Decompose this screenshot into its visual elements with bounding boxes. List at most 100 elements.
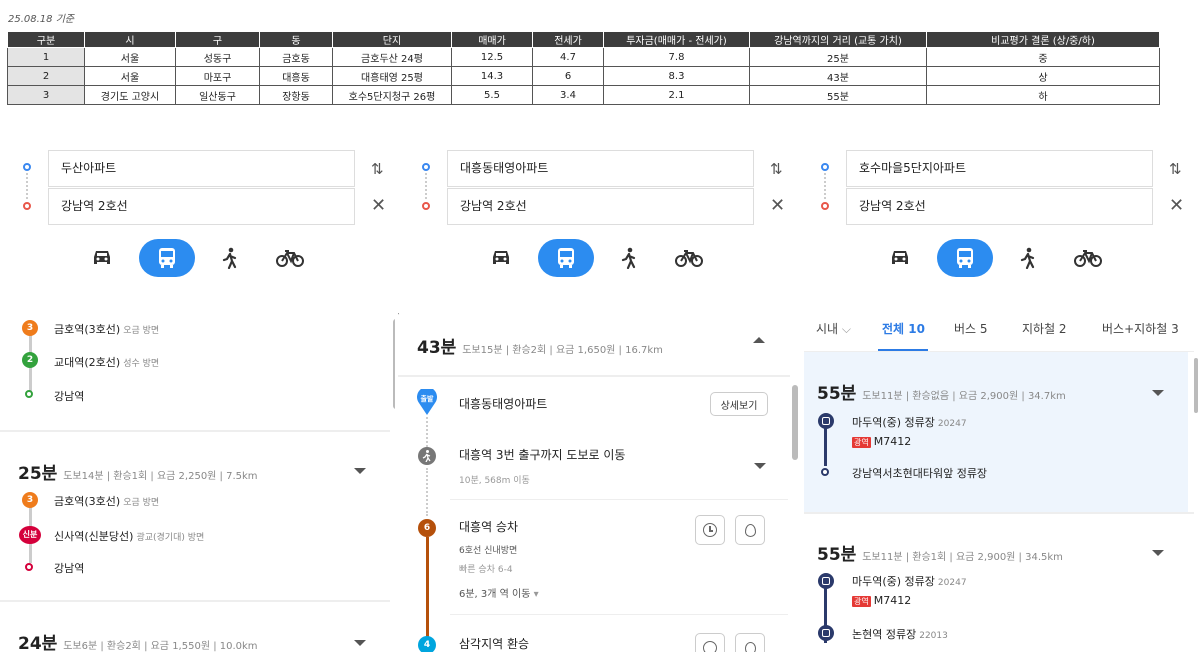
board-move[interactable]: 6분, 3개 역 이동 ▾ xyxy=(459,585,539,600)
table-cell: 43분 xyxy=(749,66,927,86)
mode-car-button[interactable] xyxy=(473,239,529,277)
swap-icon[interactable]: ⇅ xyxy=(1169,160,1182,178)
location-button[interactable] xyxy=(735,515,765,545)
destination-dot xyxy=(23,202,31,210)
scroll-up-icon[interactable] xyxy=(398,309,400,315)
expand-icon[interactable] xyxy=(354,640,366,646)
expand-icon[interactable] xyxy=(754,463,766,469)
table-cell: 중 xyxy=(926,47,1160,67)
table-cell: 금호동 xyxy=(259,47,333,67)
location-pin-icon xyxy=(744,641,756,652)
tab-bus-subway[interactable]: 버스+지하철 3 xyxy=(1102,320,1179,337)
destination-input[interactable]: 강남역 2호선 xyxy=(447,188,754,225)
mode-walk-button[interactable] xyxy=(202,239,258,277)
location-pin-icon xyxy=(744,523,756,537)
bike-icon xyxy=(675,248,703,268)
board-fast: 빠른 승차 6-4 xyxy=(459,565,513,575)
table-cell: 25분 xyxy=(749,47,927,67)
location-button[interactable] xyxy=(735,633,765,652)
mode-car-button[interactable] xyxy=(74,239,130,277)
mode-bike-button[interactable] xyxy=(1060,239,1116,277)
car-icon xyxy=(889,249,911,267)
table-cell: 금호두산 24평 xyxy=(332,47,452,67)
column-header: 동 xyxy=(259,31,333,48)
scrollbar[interactable] xyxy=(1194,358,1198,413)
route-summary[interactable]: 25분 도보14분 | 환승1회 | 요금 2,250원 | 7.5km xyxy=(18,459,258,484)
bus-stop: 마두역(중) 정류장 20247 xyxy=(852,416,967,429)
right-route-list[interactable]: 시내 ⌵ 전체 10 버스 5 지하철 2 버스+지하철 3 55분 도보11분… xyxy=(804,303,1203,652)
table-cell: 서울 xyxy=(84,66,176,86)
route-card-selected[interactable] xyxy=(804,352,1188,512)
start-label: 출발 xyxy=(420,395,434,403)
clock-button[interactable] xyxy=(695,633,725,652)
car-icon xyxy=(91,249,113,267)
close-icon[interactable]: ✕ xyxy=(770,195,785,216)
mode-walk-button[interactable] xyxy=(601,239,657,277)
route-summary[interactable]: 55분 도보11분 | 환승1회 | 요금 2,900원 | 34.5km xyxy=(817,540,1063,565)
filter-dropdown[interactable]: 시내 ⌵ xyxy=(816,320,851,337)
walk-title: 대흥역 3번 출구까지 도보로 이동 xyxy=(459,448,626,462)
table-cell: 대흥동 xyxy=(259,66,333,86)
detail-button[interactable]: 상세보기 xyxy=(710,392,768,416)
table-cell: 일산동구 xyxy=(175,85,260,105)
swap-icon[interactable]: ⇅ xyxy=(371,160,384,178)
mode-car-button[interactable] xyxy=(872,239,928,277)
divider xyxy=(0,430,390,432)
close-icon[interactable]: ✕ xyxy=(1169,195,1184,216)
origin-input[interactable]: 두산아파트 xyxy=(48,150,355,187)
stop: 금호역(3호선) 오금 방면 xyxy=(54,495,160,508)
origin-input[interactable]: 대흥동태영아파트 xyxy=(447,150,754,187)
table-body: 1 서울 성동구 금호동 금호두산 24평 12.5 4.7 7.8 25분 중 2 서울 마포구 대흥동… xyxy=(7,47,1160,105)
mode-bike-button[interactable] xyxy=(661,239,717,277)
mode-bike-button[interactable] xyxy=(262,239,318,277)
clock-icon xyxy=(703,641,717,652)
origin-input[interactable]: 호수마을5단지아파트 xyxy=(846,150,1153,187)
table-cell: 성동구 xyxy=(175,47,260,67)
table-cell: 14.3 xyxy=(451,66,533,86)
clock-button[interactable] xyxy=(695,515,725,545)
start-name: 대흥동태영아파트 xyxy=(459,397,548,411)
table-row: 3 경기도 고양시 일산동구 장항동 호수5단지청구 26평 5.5 3.4 2.1 55분 하 xyxy=(7,85,1160,105)
expand-icon[interactable] xyxy=(1152,550,1164,556)
route-search-panel: 호수마을5단지아파트 강남역 2호선 ⇅ ✕ xyxy=(798,146,1184,296)
expand-icon[interactable] xyxy=(1152,390,1164,396)
table-cell: 7.8 xyxy=(603,47,750,67)
scrollbar[interactable] xyxy=(393,319,395,409)
table-row: 2 서울 마포구 대흥동 대흥태영 25평 14.3 6 8.3 43분 상 xyxy=(7,66,1160,86)
swap-icon[interactable]: ⇅ xyxy=(770,160,783,178)
route-summary[interactable]: 24분 도보6분 | 환승2회 | 요금 1,550원 | 10.0km xyxy=(18,629,258,652)
bike-icon xyxy=(1074,248,1102,268)
destination-input[interactable]: 강남역 2호선 xyxy=(48,188,355,225)
destination-dot xyxy=(25,390,33,398)
mode-bus-button[interactable] xyxy=(937,239,993,277)
destination-input[interactable]: 강남역 2호선 xyxy=(846,188,1153,225)
column-header: 구분 xyxy=(7,31,85,48)
collapse-icon[interactable] xyxy=(753,337,765,343)
board-line: 6호선 신내방면 xyxy=(459,546,518,556)
route-connector xyxy=(824,173,826,199)
table-cell: 마포구 xyxy=(175,66,260,86)
close-icon[interactable]: ✕ xyxy=(371,195,386,216)
mode-walk-button[interactable] xyxy=(1000,239,1056,277)
tab-bus[interactable]: 버스 5 xyxy=(954,320,988,337)
mode-bus-button[interactable] xyxy=(538,239,594,277)
mode-bus-button[interactable] xyxy=(139,239,195,277)
column-header: 구 xyxy=(175,31,260,48)
stop: 강남역 xyxy=(54,390,85,403)
column-header: 투자금(매매가 - 전세가) xyxy=(603,31,750,48)
date-label: 25.08.18 기준 xyxy=(8,14,75,25)
scrollbar[interactable] xyxy=(792,385,798,460)
tab-all[interactable]: 전체 10 xyxy=(882,320,925,337)
destination-dot xyxy=(821,202,829,210)
middle-route-detail[interactable]: 43분 도보15분 | 환승2회 | 요금 1,650원 | 16.7km 출발… xyxy=(398,303,803,652)
expand-icon[interactable] xyxy=(354,468,366,474)
route-summary[interactable]: 43분 도보15분 | 환승2회 | 요금 1,650원 | 16.7km xyxy=(417,333,663,358)
left-route-list[interactable]: 3 금호역(3호선) 오금 방면 2 교대역(2호선) 성수 방면 강남역 25분 … xyxy=(0,303,395,652)
tab-subway[interactable]: 지하철 2 xyxy=(1022,320,1067,337)
start-pin-icon: 출발 xyxy=(416,387,438,415)
route-summary[interactable]: 55분 도보11분 | 환승없음 | 요금 2,900원 | 34.7km xyxy=(817,379,1066,404)
shinbundang-badge: 신분 xyxy=(19,526,41,544)
column-header: 매매가 xyxy=(451,31,533,48)
divider xyxy=(450,499,788,500)
column-header: 단지 xyxy=(332,31,452,48)
